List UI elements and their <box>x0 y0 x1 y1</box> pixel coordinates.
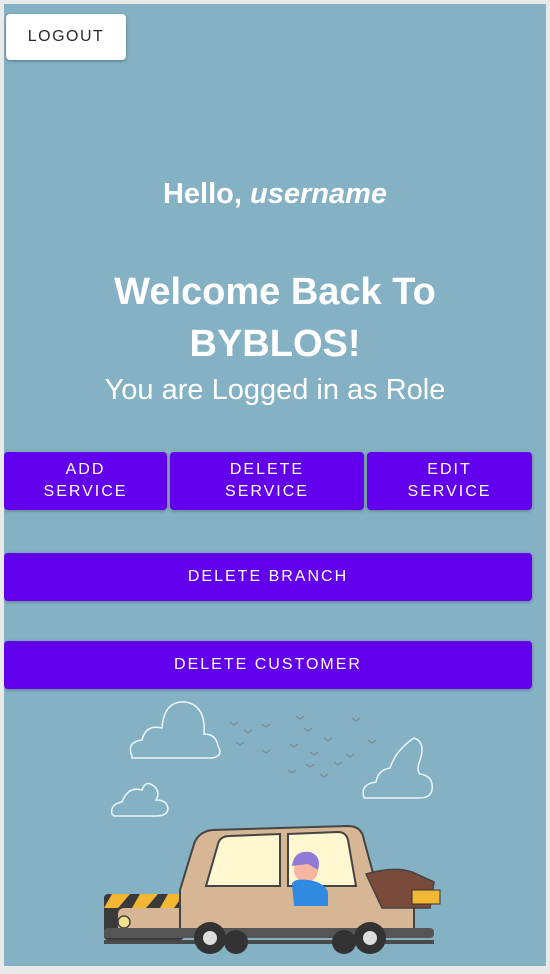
welcome-line-2: BYBLOS! <box>189 323 361 365</box>
app-screen: LOGOUT Hello, username Welcome Back To B… <box>4 4 546 966</box>
welcome-title: Welcome Back To BYBLOS! <box>4 266 546 370</box>
delete-service-button[interactable]: DELETE SERVICE <box>170 452 364 510</box>
edit-service-label: EDIT SERVICE <box>407 461 492 500</box>
greeting-username: username <box>250 178 388 210</box>
logout-button[interactable]: LOGOUT <box>6 14 126 60</box>
car-icon <box>104 824 441 954</box>
delete-customer-button[interactable]: DELETE CUSTOMER <box>4 641 532 689</box>
delete-branch-label: DELETE BRANCH <box>187 568 349 585</box>
edit-service-button[interactable]: EDIT SERVICE <box>367 452 532 510</box>
role-text: You are Logged in as Role <box>104 374 446 406</box>
welcome-line-1: Welcome Back To <box>114 271 436 313</box>
greeting: Hello, username <box>4 178 546 211</box>
cloud-icon <box>129 701 221 759</box>
car-illustration <box>104 701 441 954</box>
add-service-label: ADD SERVICE <box>43 461 128 500</box>
delete-service-label: DELETE SERVICE <box>225 461 309 500</box>
greeting-prefix: Hello, <box>162 178 250 210</box>
delete-customer-label: DELETE CUSTOMER <box>174 656 362 673</box>
delete-branch-button[interactable]: DELETE BRANCH <box>4 553 532 601</box>
cloud-icon <box>362 737 433 799</box>
add-service-button[interactable]: ADD SERVICE <box>4 452 167 510</box>
cloud-icon <box>110 782 169 817</box>
birds-icon <box>229 715 377 778</box>
